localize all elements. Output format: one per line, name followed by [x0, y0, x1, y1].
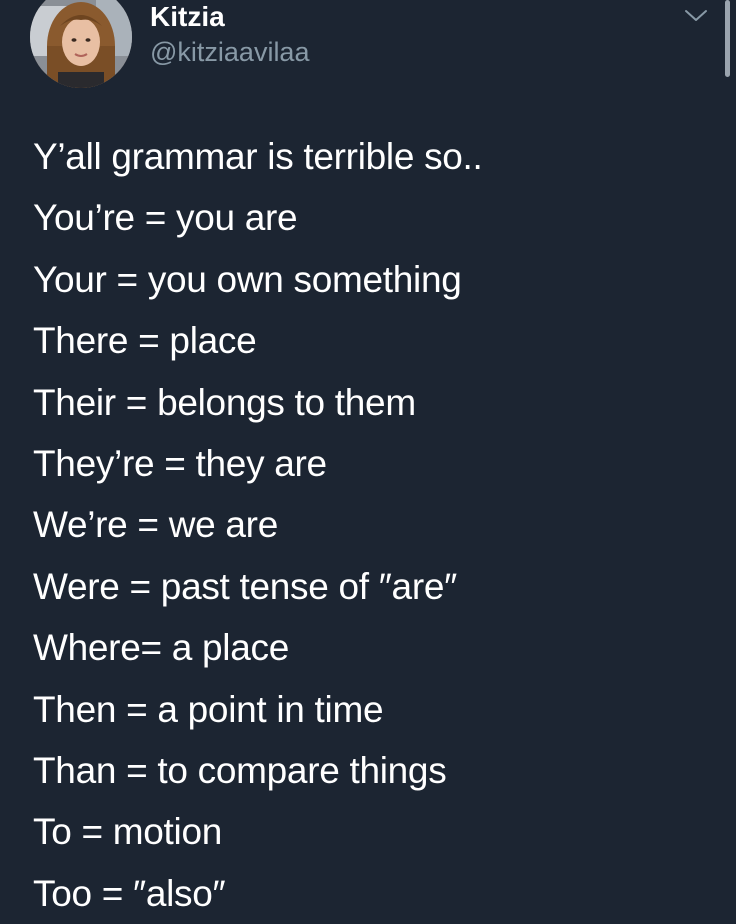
user-handle[interactable]: @kitziaavilaa: [150, 35, 309, 69]
avatar-image: [30, 0, 132, 88]
tweet-line: To = motion: [33, 811, 222, 853]
tweet-line: There = place: [33, 320, 257, 362]
tweet-line: Were = past tense of ″are″: [33, 565, 457, 607]
tweet-line: Y’all grammar is terrible so..: [33, 136, 483, 177]
tweet-line: Where= a place: [33, 627, 289, 669]
tweet-text: Y’all grammar is terrible so.. You’re = …: [33, 126, 723, 924]
tweet-line: Then = a point in time: [33, 688, 384, 730]
tweet-line: Too = ″also″: [33, 872, 226, 914]
display-name[interactable]: Kitzia: [150, 0, 225, 34]
tweet-line: You’re = you are: [33, 197, 298, 239]
tweet-line: Their = belongs to them: [33, 381, 416, 423]
avatar[interactable]: [30, 0, 132, 88]
tweet-line: We’re = we are: [33, 504, 278, 546]
chevron-down-icon[interactable]: [684, 6, 708, 26]
tweet: Kitzia @kitziaavilaa Y’all grammar is te…: [0, 0, 736, 919]
tweet-line: They’re = they are: [33, 442, 327, 484]
tweet-line: Your = you own something: [33, 258, 462, 300]
tweet-line: Than = to compare things: [33, 749, 447, 791]
scrollbar[interactable]: [725, 0, 730, 77]
